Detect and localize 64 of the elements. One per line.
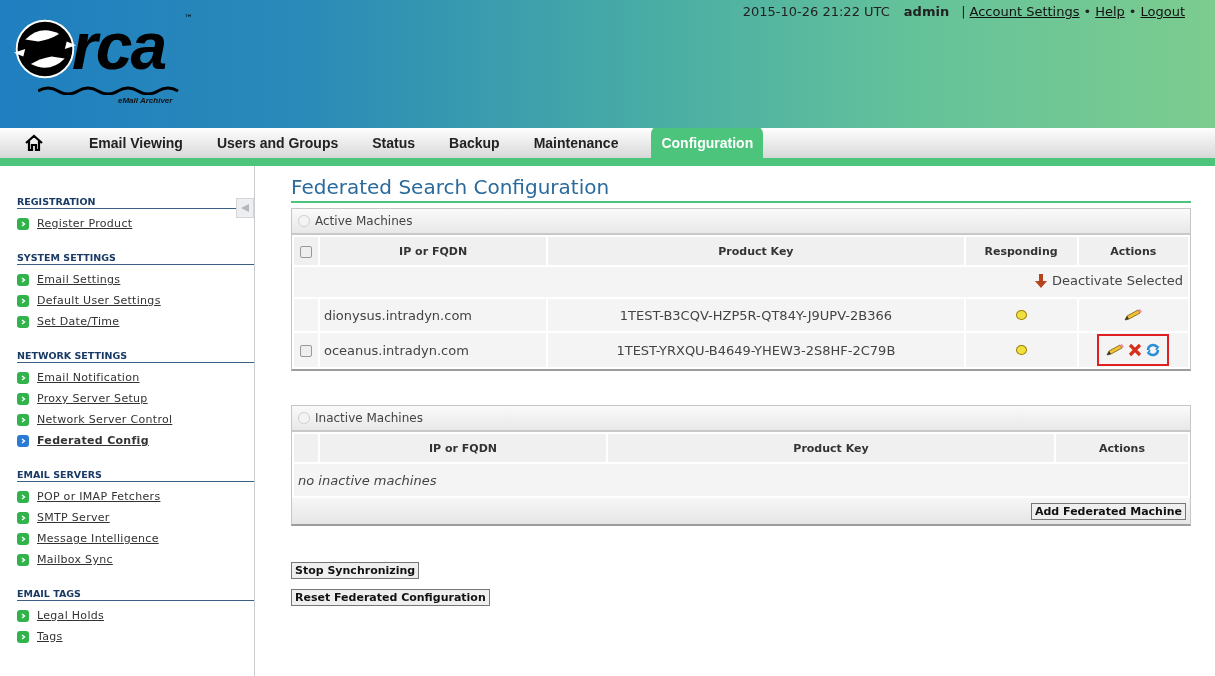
table-cell: 1TEST-YRXQU-B4649-YHEW3-2S8HF-2C79B [548,333,964,367]
section-heading: EMAIL TAGS [17,588,254,601]
nav-tab[interactable]: Status [355,128,433,158]
checkbox[interactable] [300,245,312,258]
sidebar-link[interactable]: Legal Holds [37,609,105,622]
separator: | [961,4,966,19]
panel-title: Active Machines [315,214,413,228]
nav-tab[interactable]: Users and Groups [199,128,356,158]
logo-wordmark: rca [72,11,166,81]
table-cell: oceanus.intradyn.com [320,333,547,367]
radio-icon [298,215,310,227]
pencil-icon[interactable] [1105,343,1126,357]
section-heading: EMAIL SERVERS [17,469,254,482]
table-cell: 1TEST-B3CQV-HZP5R-QT84Y-J9UPV-2B366 [548,299,964,331]
bullet: • [1128,4,1137,19]
pencil-icon[interactable] [1123,308,1144,322]
radio-icon [298,412,310,424]
sidebar-link[interactable]: SMTP Server [37,511,110,524]
sidebar-link[interactable]: Network Server Control [37,413,173,426]
sidebar-link[interactable]: Email Notification [37,371,140,384]
action-button[interactable]: Reset Federated Configuration [291,589,490,606]
home-icon[interactable] [24,134,44,152]
trademark-sign: ™ [184,13,193,23]
sidebar-link[interactable]: Message Intelligence [37,532,159,545]
header-link[interactable]: Account Settings [969,4,1080,19]
nav-tab[interactable]: Backup [432,128,517,158]
sidebar-link[interactable]: Federated Config [37,434,149,447]
sidebar-link[interactable]: Mailbox Sync [37,553,113,566]
column-header: Product Key [608,434,1054,462]
section-heading: SYSTEM SETTINGS [17,252,254,265]
section-heading: NETWORK SETTINGS [17,350,254,363]
action-button[interactable]: Stop Synchronizing [291,562,420,579]
page-title: Federated Search Configuration [291,175,1191,203]
column-header: IP or FQDN [320,434,606,462]
sidebar-link[interactable]: Email Settings [37,273,121,286]
column-header: IP or FQDN [320,237,547,265]
deactivate-selected-link[interactable]: Deactivate Selected [1034,273,1187,289]
delete-icon[interactable] [1128,343,1143,357]
logo-tagline: eMail Archiver [118,96,173,105]
refresh-icon[interactable] [1145,342,1162,358]
triangle-left-icon [240,203,250,213]
sidebar-link[interactable]: Tags [37,630,63,643]
sidebar-link[interactable]: Default User Settings [37,294,161,307]
column-header: Actions [1078,237,1188,265]
bullet: • [1083,4,1092,19]
sidebar-link[interactable]: Set Date/Time [37,315,120,328]
header-link[interactable]: Logout [1140,4,1185,19]
add-federated-machine-button[interactable]: Add Federated Machine [1031,502,1186,520]
panel-title: Inactive Machines [315,411,423,425]
sidebar-link[interactable]: Proxy Server Setup [37,392,148,405]
column-header: Responding [965,237,1077,265]
date-time: 2015-10-26 21:22 UTC [742,4,890,19]
user-name: admin [903,4,950,19]
checkbox[interactable] [300,345,312,357]
nav-tab[interactable]: Email Viewing [72,128,200,158]
column-header: Product Key [548,237,964,265]
header-link[interactable]: Help [1095,4,1125,19]
empty-message: no inactive machines [298,472,437,488]
sidebar-link[interactable]: Register Product [37,217,133,230]
down-arrow-icon [1034,273,1047,288]
sidebar-link[interactable]: POP or IMAP Fetchers [37,490,161,503]
table-cell: dionysus.intradyn.com [320,299,547,331]
column-header: Actions [1056,434,1188,462]
nav-tab[interactable]: Maintenance [516,128,636,158]
